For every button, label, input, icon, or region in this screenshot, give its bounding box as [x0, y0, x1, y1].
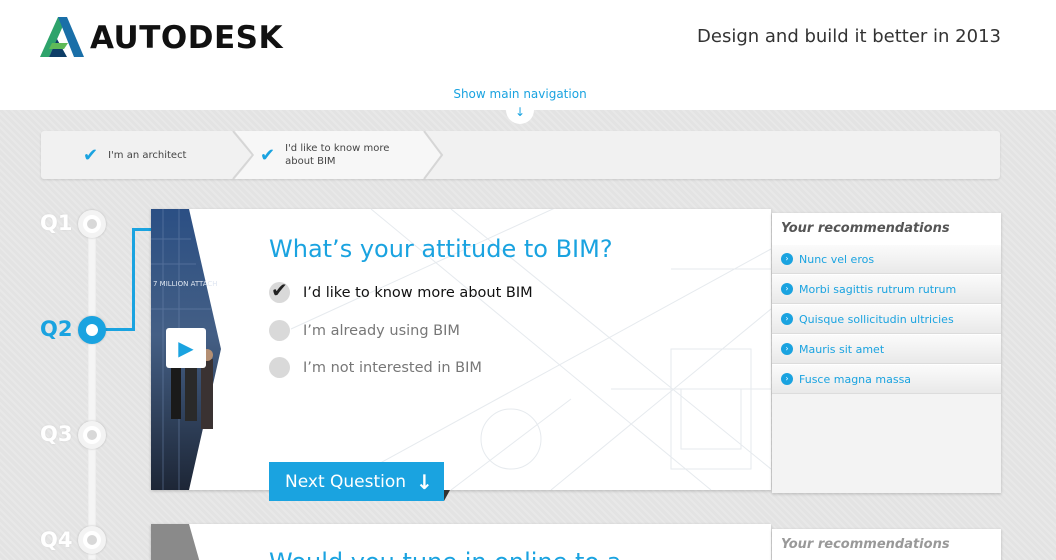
breadcrumb-label: I'd like to know more about BIM [285, 143, 390, 167]
chevron-down-icon[interactable]: ↓ [506, 104, 534, 124]
radio-checked-icon[interactable] [269, 278, 290, 303]
next-question-title: Would you tune in online to a [269, 548, 621, 560]
recommendations-panel: Your recommendations › Nunc vel eros › M… [772, 213, 1001, 493]
recommendation-label: Nunc vel eros [799, 252, 875, 266]
photo-caption: 7 MILLION ATTACH [153, 280, 218, 288]
show-main-navigation-link[interactable]: Show main navigation [0, 87, 1040, 101]
next-card-thumbnail [151, 524, 200, 560]
autodesk-logo[interactable]: AUTODESK [40, 17, 300, 59]
recommendation-link[interactable]: › Nunc vel eros [772, 244, 1001, 274]
brand-name: AUTODESK [90, 20, 283, 56]
check-icon: ✔ [83, 144, 99, 166]
play-video-button[interactable]: ▶ [166, 328, 206, 368]
arrow-down-icon: ↓ [416, 469, 433, 494]
recommendations-title: Your recommendations [772, 213, 1001, 244]
timeline-label-q4: Q4 [40, 528, 73, 552]
timeline-node-q1[interactable] [78, 210, 106, 238]
autodesk-logo-icon [40, 17, 84, 57]
next-question-button[interactable]: Next Question ↓ [269, 462, 444, 501]
recommendation-label: Mauris sit amet [799, 342, 885, 356]
breadcrumb-item-architect[interactable]: ✔ I'm an architect [83, 131, 273, 179]
timeline-node-q3[interactable] [78, 421, 106, 449]
radio-icon[interactable] [269, 320, 290, 341]
answer-label: I’m already using BIM [303, 322, 460, 339]
question-card: 7 MILLION ATTACH ▶ What’s your attitude … [151, 209, 771, 490]
answer-option-already-using[interactable]: I’m already using BIM [269, 320, 460, 341]
check-icon: ✔ [260, 144, 276, 166]
next-recommendations-panel: Your recommendations [772, 529, 1001, 560]
chevron-right-icon: › [781, 253, 793, 265]
site-header: AUTODESK Design and build it better in 2… [0, 0, 1056, 80]
tagline: Design and build it better in 2013 [697, 26, 1001, 47]
recommendations-title: Your recommendations [772, 529, 1001, 560]
button-fold [444, 490, 450, 501]
question-title: What’s your attitude to BIM? [269, 235, 613, 263]
answer-option-not-interested[interactable]: I’m not interested in BIM [269, 357, 482, 378]
radio-icon[interactable] [269, 357, 290, 378]
recommendation-label: Fusce magna massa [799, 372, 912, 386]
breadcrumb-label: I'm an architect [108, 149, 187, 161]
timeline-label-q2: Q2 [40, 317, 73, 341]
chevron-right-icon: › [781, 343, 793, 355]
timeline-label-q1: Q1 [40, 211, 73, 235]
recommendation-label: Quisque sollicitudin ultricies [799, 312, 954, 326]
recommendation-label: Morbi sagittis rutrum rutrum [799, 282, 957, 296]
breadcrumb-item-bim[interactable]: ✔ I'd like to know more about BIM [260, 131, 440, 179]
next-question-card: Would you tune in online to a [151, 524, 771, 560]
answer-option-know-more[interactable]: I’d like to know more about BIM [269, 278, 533, 303]
timeline-node-q4[interactable] [78, 526, 106, 554]
next-question-label: Next Question [285, 471, 407, 492]
recommendation-link[interactable]: › Mauris sit amet [772, 334, 1001, 364]
timeline-label-q3: Q3 [40, 422, 73, 446]
answer-label: I’m not interested in BIM [303, 359, 482, 376]
play-icon: ▶ [178, 336, 194, 360]
recommendation-link[interactable]: › Quisque sollicitudin ultricies [772, 304, 1001, 334]
chevron-right-icon: › [781, 373, 793, 385]
timeline-node-q2[interactable] [78, 316, 106, 344]
answer-label: I’d like to know more about BIM [303, 284, 533, 301]
recommendation-link[interactable]: › Fusce magna massa [772, 364, 1001, 394]
answers-breadcrumb: ✔ I'm an architect ✔ I'd like to know mo… [41, 131, 1000, 179]
chevron-right-icon: › [781, 313, 793, 325]
timeline-connector [105, 328, 133, 331]
recommendation-link[interactable]: › Morbi sagittis rutrum rutrum [772, 274, 1001, 304]
chevron-right-icon: › [781, 283, 793, 295]
timeline-connector [132, 228, 152, 331]
timeline-track [88, 228, 96, 560]
